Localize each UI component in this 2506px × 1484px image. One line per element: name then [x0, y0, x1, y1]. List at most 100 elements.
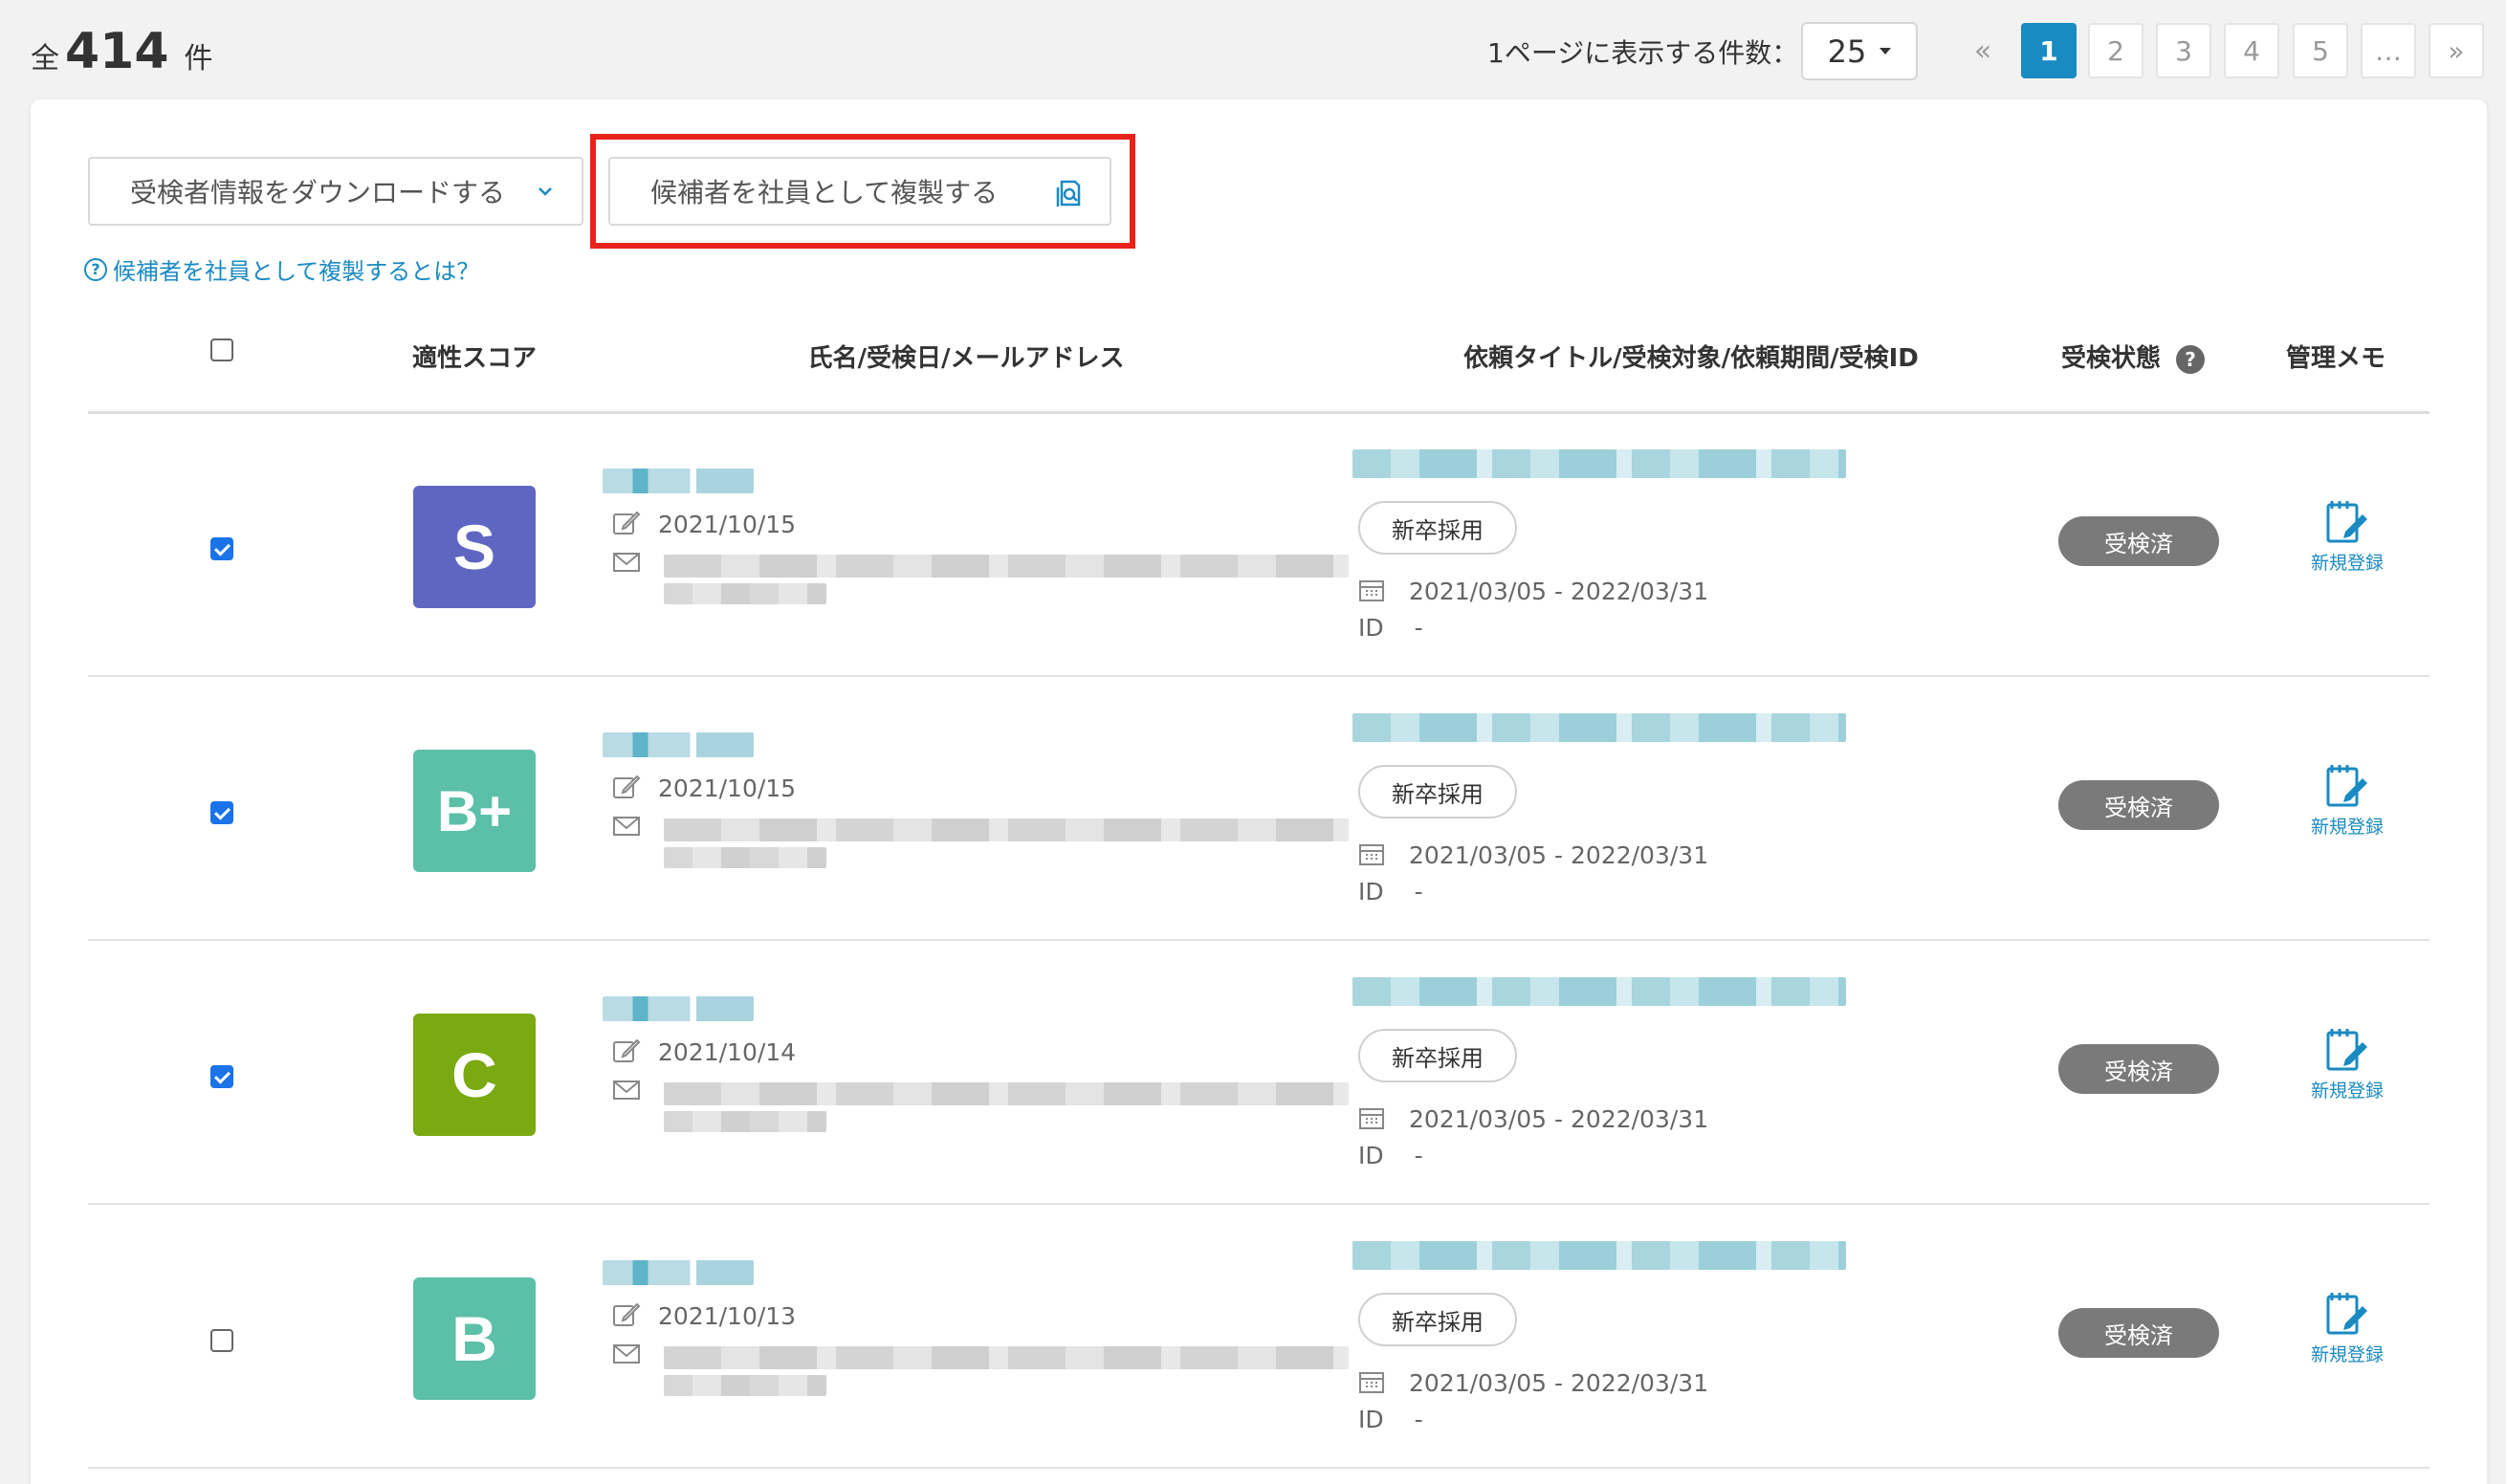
memo-edit-icon — [2326, 765, 2367, 807]
download-button[interactable]: 受検者情報をダウンロードする — [88, 157, 583, 226]
table-row: C 2021/10/14 新卒採用 2021/03/05 - 2022/03/3… — [31, 941, 2487, 1205]
exam-id-value: - — [1414, 1142, 1423, 1169]
candidate-name-redacted[interactable] — [603, 1260, 754, 1285]
table-row: S 2021/10/15 新卒採用 2021/03/05 - 2022/03/3… — [31, 413, 2487, 677]
aptitude-score: C — [451, 1039, 497, 1110]
memo-new-button[interactable]: 新規登録 — [2292, 761, 2403, 839]
pager-last-button[interactable]: » — [2429, 23, 2484, 78]
request-period: 2021/03/05 - 2022/03/31 — [1409, 578, 1709, 605]
memo-edit-icon — [2326, 1029, 2367, 1071]
question-circle-icon[interactable]: ? — [2176, 344, 2206, 374]
exam-id-value: - — [1414, 878, 1423, 906]
download-button-label: 受検者情報をダウンロードする — [130, 177, 506, 208]
select-all-checkbox[interactable] — [210, 338, 233, 361]
total-count: 全 414 件 — [31, 23, 213, 80]
row-checkbox[interactable] — [210, 1065, 233, 1088]
candidate-name-redacted[interactable] — [603, 996, 754, 1021]
per-page-value: 25 — [1827, 33, 1867, 70]
exam-target-tag: 新卒採用 — [1358, 1029, 1517, 1082]
exam-id: ID - — [1358, 878, 1423, 906]
mail-icon — [613, 553, 640, 572]
calendar-icon — [1359, 580, 1384, 601]
results-card: 受検者情報をダウンロードする 候補者を社員として複製する ? 候補者を社員として… — [31, 99, 2487, 1484]
header-status-label: 受検状態 — [2060, 344, 2162, 373]
request-period: 2021/03/05 - 2022/03/31 — [1409, 841, 1709, 869]
email-redacted — [664, 1082, 1349, 1105]
request-title-redacted[interactable] — [1352, 449, 1846, 478]
memo-edit-icon — [2326, 1293, 2367, 1335]
memo-new-label: 新規登録 — [2310, 553, 2384, 574]
aptitude-score-badge: S — [413, 486, 536, 608]
memo-new-button[interactable]: 新規登録 — [2292, 497, 2403, 575]
page-2-button[interactable]: 2 — [2088, 23, 2143, 78]
copy-button-label: 候補者を社員として複製する — [650, 177, 999, 208]
aptitude-score-badge: B — [413, 1277, 536, 1400]
total-number: 414 — [65, 23, 169, 80]
exam-date: 2021/10/15 — [658, 511, 797, 538]
exam-id: ID - — [1358, 1142, 1423, 1169]
exam-id-label: ID — [1358, 1142, 1384, 1169]
row-checkbox[interactable] — [210, 1329, 233, 1352]
request-title-redacted[interactable] — [1352, 713, 1846, 742]
page-1-button[interactable]: 1 — [2021, 23, 2077, 78]
aptitude-score-badge: C — [413, 1014, 536, 1136]
request-period: 2021/03/05 - 2022/03/31 — [1409, 1369, 1709, 1397]
memo-new-label: 新規登録 — [2310, 1344, 2384, 1365]
exam-date: 2021/10/13 — [658, 1302, 797, 1330]
page-3-button[interactable]: 3 — [2156, 23, 2211, 78]
exam-id-label: ID — [1358, 1406, 1384, 1433]
copy-to-employee-button[interactable]: 候補者を社員として複製する — [608, 157, 1111, 226]
candidate-name-redacted[interactable] — [603, 732, 754, 757]
table-row: B+ 2021/10/15 新卒採用 2021/03/05 - 2022/03/… — [31, 677, 2487, 941]
calendar-icon — [1359, 1108, 1384, 1129]
request-title-redacted[interactable] — [1352, 1241, 1846, 1270]
calendar-icon — [1359, 1372, 1384, 1393]
total-suffix: 件 — [184, 42, 213, 76]
aptitude-score: B — [451, 1303, 497, 1374]
copy-help-link-text: 候補者を社員として複製するとは？ — [113, 258, 480, 285]
email-redacted — [664, 555, 1349, 578]
pager-first-button[interactable]: « — [1955, 23, 2011, 78]
exam-id: ID - — [1358, 1406, 1423, 1433]
page-5-button[interactable]: 5 — [2293, 23, 2348, 78]
caret-down-icon — [1880, 48, 1892, 55]
edit-icon — [613, 1302, 641, 1326]
exam-date: 2021/10/15 — [658, 775, 797, 802]
email-redacted — [664, 583, 826, 604]
candidate-name-redacted[interactable] — [603, 469, 754, 493]
memo-new-button[interactable]: 新規登録 — [2292, 1025, 2403, 1102]
email-redacted — [664, 1346, 1349, 1369]
copy-to-employee-icon — [1056, 180, 1081, 207]
memo-new-label: 新規登録 — [2310, 1080, 2384, 1102]
exam-target-tag: 新卒採用 — [1358, 501, 1517, 555]
exam-id: ID - — [1358, 614, 1423, 642]
email-redacted — [664, 847, 826, 868]
mail-icon — [613, 1080, 640, 1100]
header-name[interactable]: 氏名/受検日/メールアドレス — [808, 338, 1125, 374]
total-prefix: 全 — [31, 42, 59, 76]
mail-icon — [613, 817, 640, 836]
header-status: 受検状態? — [2060, 338, 2206, 374]
pager-ellipsis[interactable]: … — [2361, 23, 2416, 78]
memo-edit-icon — [2326, 501, 2367, 543]
edit-icon — [613, 511, 641, 535]
request-title-redacted[interactable] — [1352, 977, 1846, 1006]
row-checkbox[interactable] — [210, 801, 233, 824]
row-checkbox[interactable] — [210, 537, 233, 560]
copy-help-link[interactable]: ? 候補者を社員として複製するとは？ — [84, 252, 479, 286]
edit-icon — [613, 1038, 641, 1062]
exam-status-badge: 受検済 — [2058, 516, 2219, 566]
exam-date: 2021/10/14 — [658, 1038, 797, 1066]
per-page-select[interactable]: 25 — [1801, 22, 1918, 80]
header-memo: 管理メモ — [2285, 344, 2386, 373]
header-request[interactable]: 依頼タイトル/受検対象/依頼期間/受検ID — [1463, 338, 1919, 374]
chevron-down-icon — [539, 187, 552, 196]
table-row: B 2021/10/13 新卒採用 2021/03/05 - 2022/03/3… — [31, 1205, 2487, 1469]
aptitude-score-badge: B+ — [413, 750, 536, 872]
calendar-icon — [1359, 844, 1384, 865]
page-4-button[interactable]: 4 — [2224, 23, 2279, 78]
mail-icon — [613, 1344, 640, 1364]
memo-new-button[interactable]: 新規登録 — [2292, 1289, 2403, 1366]
email-redacted — [664, 1375, 826, 1396]
header-score[interactable]: 適性スコア — [412, 338, 537, 374]
